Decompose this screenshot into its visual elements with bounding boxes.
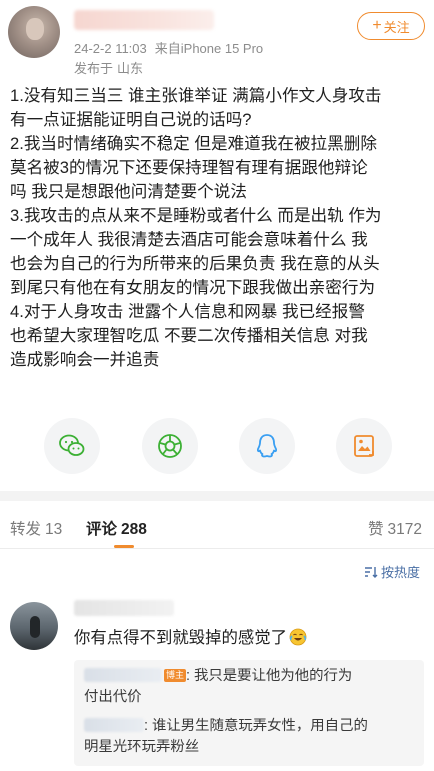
author-name-redacted[interactable] bbox=[74, 10, 214, 30]
reply-thread[interactable]: 博主: 我只是要让他为他的行为 付出代价 : 谁让男生随意玩弄女性，用自己的 明… bbox=[74, 660, 424, 766]
laugh-cry-emoji-icon bbox=[289, 628, 307, 646]
sort-icon bbox=[365, 566, 378, 578]
tab-repost[interactable]: 转发 13 bbox=[10, 517, 62, 539]
post-line: 吗 我只是想跟他问清楚要个说法 bbox=[10, 182, 247, 201]
post-date: 24-2-2 11:03 bbox=[74, 41, 147, 56]
share-moments-button[interactable] bbox=[142, 418, 198, 474]
share-image-card-button[interactable] bbox=[336, 418, 392, 474]
author-badge: 博主 bbox=[164, 669, 187, 682]
reply-text-line-2: 明星光环玩弄粉丝 bbox=[84, 739, 200, 755]
image-card-icon bbox=[354, 435, 374, 457]
post-device: 来自iPhone 15 Pro bbox=[154, 41, 264, 56]
post-line: 1.没有知三当三 谁主张谁举证 满篇小作文人身攻击 bbox=[10, 86, 382, 105]
interaction-tabs: 转发 13 评论 288 赞 3172 bbox=[0, 501, 434, 549]
post-meta: 24-2-2 11:03 来自iPhone 15 Pro bbox=[74, 38, 263, 57]
author-avatar[interactable] bbox=[8, 6, 60, 58]
tab-repost-count: 13 bbox=[45, 521, 63, 538]
location-name: 山东 bbox=[117, 61, 144, 76]
comment-body: 你有点得不到就毁掉的感觉了 bbox=[74, 629, 288, 647]
post-body: 1.没有知三当三 谁主张谁举证 满篇小作文人身攻击 有一点证据能证明自己说的话吗… bbox=[10, 84, 426, 372]
post-line: 也希望大家理智吃瓜 不要二次传播相关信息 对我 bbox=[10, 326, 368, 345]
reply-text-line-2: 付出代价 bbox=[84, 689, 142, 705]
share-qq-button[interactable] bbox=[239, 418, 295, 474]
follow-label: 关注 bbox=[383, 19, 410, 35]
reply-text-line-1: : 谁让男生随意玩弄女性，用自己的 bbox=[144, 718, 368, 734]
qq-icon bbox=[256, 434, 278, 458]
reply-author-redacted[interactable] bbox=[84, 718, 144, 732]
post-line: 造成影响会一并追责 bbox=[10, 350, 160, 369]
post-line: 有一点证据能证明自己说的话吗? bbox=[10, 110, 252, 129]
comment-text[interactable]: 你有点得不到就毁掉的感觉了 bbox=[74, 624, 307, 648]
reply-item[interactable]: 博主: 我只是要让他为他的行为 付出代价 bbox=[84, 666, 418, 708]
share-row bbox=[0, 418, 434, 476]
sort-label: 按热度 bbox=[381, 565, 421, 580]
section-divider bbox=[0, 491, 434, 501]
follow-button[interactable]: + 关注 bbox=[357, 12, 425, 40]
post-line: 一个成年人 我很清楚去酒店可能会意味着什么 我 bbox=[10, 230, 368, 249]
post-location: 发布于 山东 bbox=[74, 58, 143, 77]
share-wechat-button[interactable] bbox=[44, 418, 100, 474]
post-line: 3.我攻击的点从来不是睡粉或者什么 而是出轨 作为 bbox=[10, 206, 382, 225]
moments-icon bbox=[158, 434, 182, 458]
tab-likes-label: 赞 bbox=[368, 521, 384, 538]
reply-author-redacted[interactable] bbox=[84, 668, 162, 682]
post-line: 莫名被3的情况下还要保持理智有理有据跟他辩论 bbox=[10, 158, 368, 177]
post-line: 也会为自己的行为所带来的后果负责 我在意的从头 bbox=[10, 254, 380, 273]
post-line: 2.我当时情绪确实不稳定 但是难道我在被拉黑删除 bbox=[10, 134, 377, 153]
commenter-name-redacted[interactable] bbox=[74, 600, 174, 616]
tab-repost-label: 转发 bbox=[10, 521, 42, 538]
plus-icon: + bbox=[372, 17, 382, 34]
reply-item[interactable]: : 谁让男生随意玩弄女性，用自己的 明星光环玩弄粉丝 bbox=[84, 716, 418, 758]
tab-likes[interactable]: 赞 3172 bbox=[368, 517, 422, 539]
tab-comments[interactable]: 评论 288 bbox=[86, 517, 147, 539]
post-line: 4.对于人身攻击 泄露个人信息和网暴 我已经报警 bbox=[10, 302, 365, 321]
post-line: 到尾只有他在有女朋友的情况下跟我做出亲密行为 bbox=[10, 278, 376, 297]
location-prefix: 发布于 bbox=[74, 61, 114, 76]
post-header: 24-2-2 11:03 来自iPhone 15 Pro 发布于 山东 + 关注 bbox=[0, 0, 434, 80]
tab-comments-label: 评论 bbox=[86, 521, 118, 538]
commenter-avatar[interactable] bbox=[10, 602, 58, 650]
tab-comments-count: 288 bbox=[121, 521, 147, 538]
tabs-divider bbox=[0, 548, 434, 549]
sort-by-popularity-button[interactable]: 按热度 bbox=[364, 562, 420, 581]
comment-item: 你有点得不到就毁掉的感觉了 博主: 我只是要让他为他的行为 付出代价 : 谁让男… bbox=[0, 590, 434, 771]
tab-likes-count: 3172 bbox=[387, 521, 422, 538]
reply-text-line-1: : 我只是要让他为他的行为 bbox=[186, 668, 353, 684]
wechat-icon bbox=[59, 434, 85, 456]
